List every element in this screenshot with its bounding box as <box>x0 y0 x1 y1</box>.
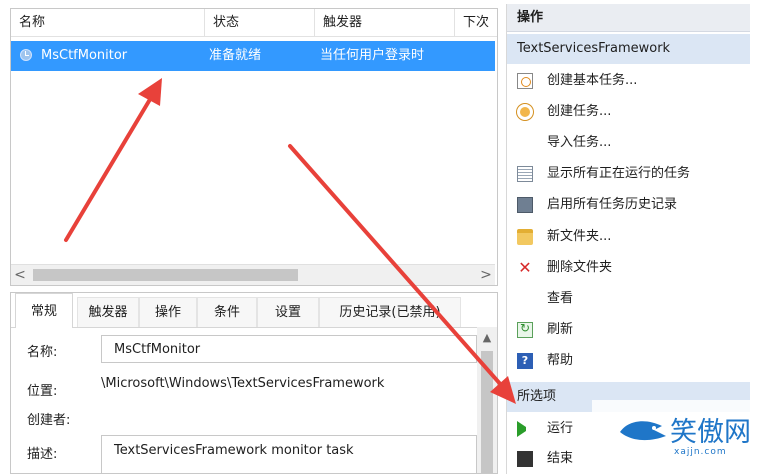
column-header-trigger[interactable]: 触发器 <box>315 9 455 37</box>
action-label: 刷新 <box>547 322 574 337</box>
action-label: 创建任务... <box>547 104 612 119</box>
task-gear-icon <box>517 104 533 120</box>
action-label: 启用所有任务历史记录 <box>547 197 678 212</box>
clock-icon <box>20 49 32 61</box>
author-label: 创建者: <box>27 413 71 428</box>
action-label: 帮助 <box>547 353 574 368</box>
action-label: 显示所有正在运行的任务 <box>547 166 691 181</box>
play-icon <box>517 421 533 437</box>
watermark-domain: xajjn.com <box>674 447 727 457</box>
scroll-left-button[interactable]: < <box>11 265 29 285</box>
task-name: MsCtfMonitor <box>41 48 128 63</box>
action-view[interactable]: 查看 <box>507 284 750 314</box>
action-label: 运行 <box>547 421 574 436</box>
action-create-basic-task[interactable]: 创建基本任务... <box>507 66 750 96</box>
task-row-selected[interactable]: MsCtfMonitor 准备就绪 当任何用户登录时 <box>11 41 495 71</box>
action-label: 删除文件夹 <box>547 260 613 275</box>
column-header-name[interactable]: 名称 <box>11 9 205 37</box>
help-icon: ? <box>517 353 533 369</box>
folder-icon <box>517 229 533 245</box>
tab-triggers[interactable]: 触发器 <box>77 297 139 327</box>
watermark-brand: 笑傲网 <box>670 417 751 448</box>
action-new-folder[interactable]: 新文件夹... <box>507 222 750 252</box>
name-field[interactable]: MsCtfMonitor <box>101 335 477 363</box>
scroll-thumb[interactable] <box>33 269 298 281</box>
action-help[interactable]: ? 帮助 <box>507 346 750 376</box>
tab-settings[interactable]: 设置 <box>257 297 319 327</box>
action-label: 创建基本任务... <box>547 73 638 88</box>
description-field[interactable]: TextServicesFramework monitor task <box>101 435 477 473</box>
column-header-next-run[interactable]: 下次 <box>455 9 497 37</box>
task-list-pane: 名称 状态 触发器 下次 MsCtfMonitor 准备就绪 当任何用户登录时 … <box>10 8 498 286</box>
horizontal-scrollbar[interactable]: < > <box>11 264 495 285</box>
stop-icon <box>517 451 533 467</box>
vertical-scroll-thumb[interactable] <box>481 351 493 473</box>
action-import-task[interactable]: 导入任务... <box>507 128 750 158</box>
action-refresh[interactable]: 刷新 <box>507 315 750 345</box>
task-status: 准备就绪 <box>209 48 262 63</box>
scroll-right-button[interactable]: > <box>477 265 495 285</box>
column-header-status[interactable]: 状态 <box>205 9 315 37</box>
tab-conditions[interactable]: 条件 <box>197 297 257 327</box>
list-icon <box>517 166 533 182</box>
tab-general[interactable]: 常规 <box>15 293 73 328</box>
action-enable-history[interactable]: 启用所有任务历史记录 <box>507 190 750 220</box>
location-label: 位置: <box>27 384 58 399</box>
task-trigger: 当任何用户登录时 <box>320 48 425 63</box>
action-label: 结束 <box>547 451 574 466</box>
context-header[interactable]: TextServicesFramework <box>507 34 750 64</box>
name-label: 名称: <box>27 345 58 360</box>
action-delete-folder[interactable]: ✕ 删除文件夹 <box>507 253 750 283</box>
history-book-icon <box>517 197 533 213</box>
refresh-icon <box>517 321 533 338</box>
action-show-running[interactable]: 显示所有正在运行的任务 <box>507 159 750 189</box>
action-label: 查看 <box>547 291 574 306</box>
vertical-scrollbar[interactable]: ▲ <box>477 327 497 473</box>
action-label: 新文件夹... <box>547 229 612 244</box>
tab-history[interactable]: 历史记录(已禁用) <box>319 297 461 327</box>
action-label: 导入任务... <box>547 135 612 150</box>
details-tabstrip: 常规 触发器 操作 条件 设置 历史记录(已禁用) <box>11 293 495 328</box>
shark-logo-icon <box>620 421 666 441</box>
location-value: \Microsoft\Windows\TextServicesFramework <box>101 376 385 391</box>
task-details-pane: 常规 触发器 操作 条件 设置 历史记录(已禁用) 名称: MsCtfMonit… <box>10 292 498 474</box>
tab-actions[interactable]: 操作 <box>139 297 197 327</box>
delete-x-icon: ✕ <box>518 258 532 277</box>
action-create-task[interactable]: 创建任务... <box>507 97 750 127</box>
watermark: 笑傲网 xajjn.com <box>592 400 757 466</box>
calendar-icon <box>517 73 533 89</box>
scroll-up-icon[interactable]: ▲ <box>477 331 497 344</box>
description-label: 描述: <box>27 447 58 462</box>
actions-header: 操作 <box>507 4 750 32</box>
